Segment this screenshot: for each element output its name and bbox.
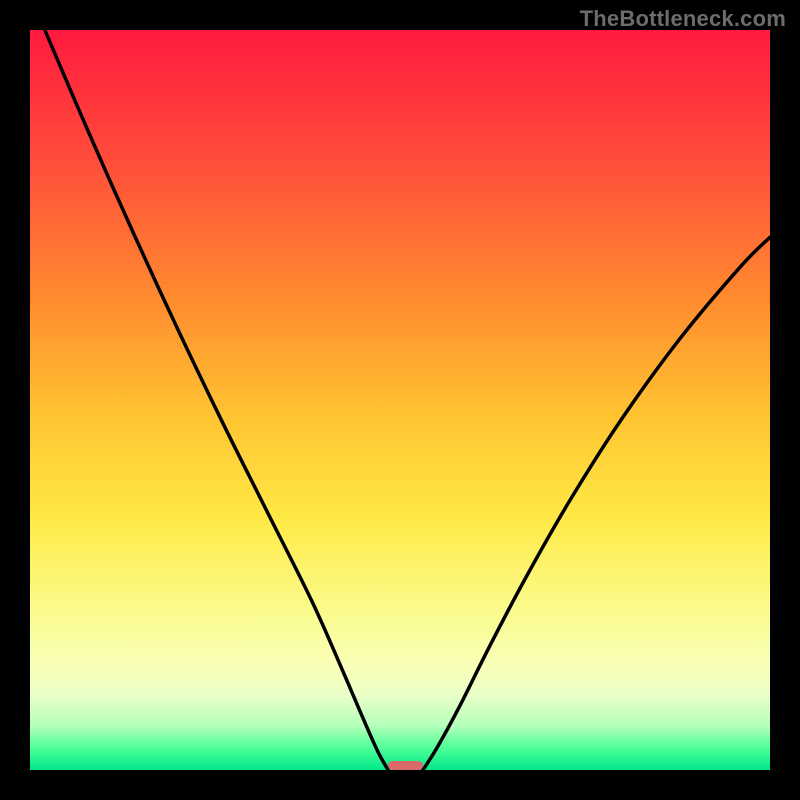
watermark-text: TheBottleneck.com bbox=[580, 6, 786, 32]
curve-layer bbox=[30, 30, 770, 770]
plot-area bbox=[30, 30, 770, 770]
chart-frame: TheBottleneck.com bbox=[0, 0, 800, 800]
curve-left-branch bbox=[45, 30, 388, 770]
curve-right-branch bbox=[423, 237, 770, 770]
optimum-marker bbox=[388, 761, 423, 770]
